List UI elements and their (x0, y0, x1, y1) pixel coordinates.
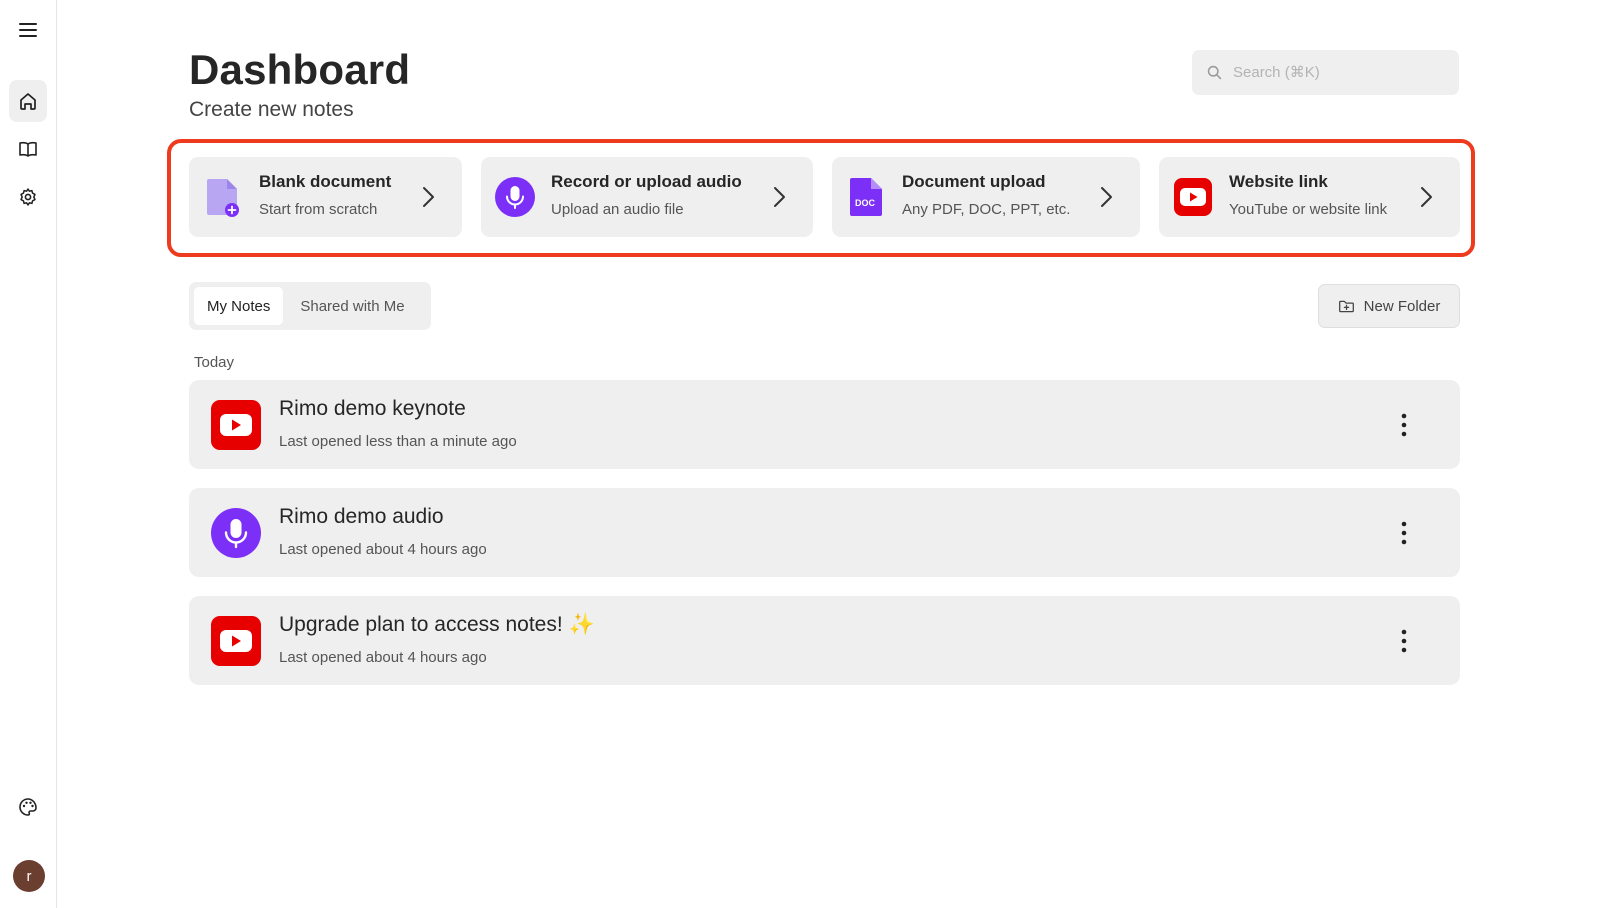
section-label-today: Today (194, 354, 235, 371)
theme-button[interactable] (9, 786, 47, 828)
chevron-right-icon (1101, 187, 1112, 207)
card-subtitle: Any PDF, DOC, PPT, etc. (902, 201, 1071, 218)
note-timestamp: Last opened about 4 hours ago (279, 649, 487, 666)
more-options-button[interactable] (1392, 410, 1416, 440)
sidebar-item-library[interactable] (9, 128, 47, 170)
folder-plus-icon (1338, 300, 1354, 312)
microphone-icon (211, 508, 261, 558)
sidebar: r (0, 0, 57, 908)
kebab-menu-icon (1401, 521, 1407, 545)
chevron-right-icon (1421, 187, 1432, 207)
page-title: Dashboard (189, 46, 411, 93)
new-folder-button[interactable]: New Folder (1318, 284, 1460, 328)
tab-my-notes[interactable]: My Notes (194, 287, 284, 325)
card-title: Record or upload audio (551, 172, 742, 191)
kebab-menu-icon (1401, 413, 1407, 437)
document-upload-card[interactable]: DOC Document upload Any PDF, DOC, PPT, e… (832, 157, 1140, 237)
note-title: Rimo demo audio (279, 505, 444, 528)
search-input[interactable] (1233, 64, 1433, 81)
search-icon (1207, 65, 1222, 80)
card-subtitle: YouTube or website link (1229, 201, 1388, 218)
list-item[interactable]: Upgrade plan to access notes! ✨ Last ope… (189, 596, 1460, 685)
list-item[interactable]: Rimo demo keynote Last opened less than … (189, 380, 1460, 469)
avatar[interactable]: r (13, 860, 45, 892)
microphone-icon (495, 177, 535, 217)
youtube-icon (211, 616, 261, 666)
doc-file-icon: DOC (846, 177, 886, 217)
kebab-menu-icon (1401, 629, 1407, 653)
palette-icon (19, 798, 37, 816)
menu-button[interactable] (9, 9, 47, 51)
page-subtitle: Create new notes (189, 98, 354, 121)
youtube-icon (1173, 177, 1213, 217)
card-title: Document upload (902, 172, 1046, 191)
chevron-right-icon (423, 187, 434, 207)
notes-tabs: My Notes Shared with Me (189, 282, 431, 330)
new-folder-label: New Folder (1363, 297, 1441, 315)
list-item[interactable]: Rimo demo audio Last opened about 4 hour… (189, 488, 1460, 577)
menu-icon (19, 23, 37, 37)
note-timestamp: Last opened less than a minute ago (279, 433, 517, 450)
card-subtitle: Start from scratch (259, 201, 378, 218)
youtube-icon (211, 400, 261, 450)
doc-icon-label: DOC (855, 198, 876, 208)
settings-icon (20, 188, 36, 206)
blank-document-icon (203, 177, 243, 217)
search-box[interactable] (1192, 50, 1459, 95)
book-icon (19, 141, 37, 157)
blank-document-card[interactable]: Blank document Start from scratch (189, 157, 462, 237)
website-link-card[interactable]: Website link YouTube or website link (1159, 157, 1460, 237)
home-icon (20, 93, 36, 110)
note-title: Upgrade plan to access notes! ✨ (279, 613, 595, 636)
chevron-right-icon (774, 187, 785, 207)
note-title: Rimo demo keynote (279, 397, 466, 420)
card-subtitle: Upload an audio file (551, 201, 684, 218)
card-title: Blank document (259, 172, 392, 191)
more-options-button[interactable] (1392, 518, 1416, 548)
record-audio-card[interactable]: Record or upload audio Upload an audio f… (481, 157, 813, 237)
card-title: Website link (1229, 172, 1328, 191)
note-timestamp: Last opened about 4 hours ago (279, 541, 487, 558)
sidebar-item-settings[interactable] (9, 176, 47, 218)
more-options-button[interactable] (1392, 626, 1416, 656)
sidebar-item-home[interactable] (9, 80, 47, 122)
tab-shared-with-me[interactable]: Shared with Me (287, 287, 417, 325)
